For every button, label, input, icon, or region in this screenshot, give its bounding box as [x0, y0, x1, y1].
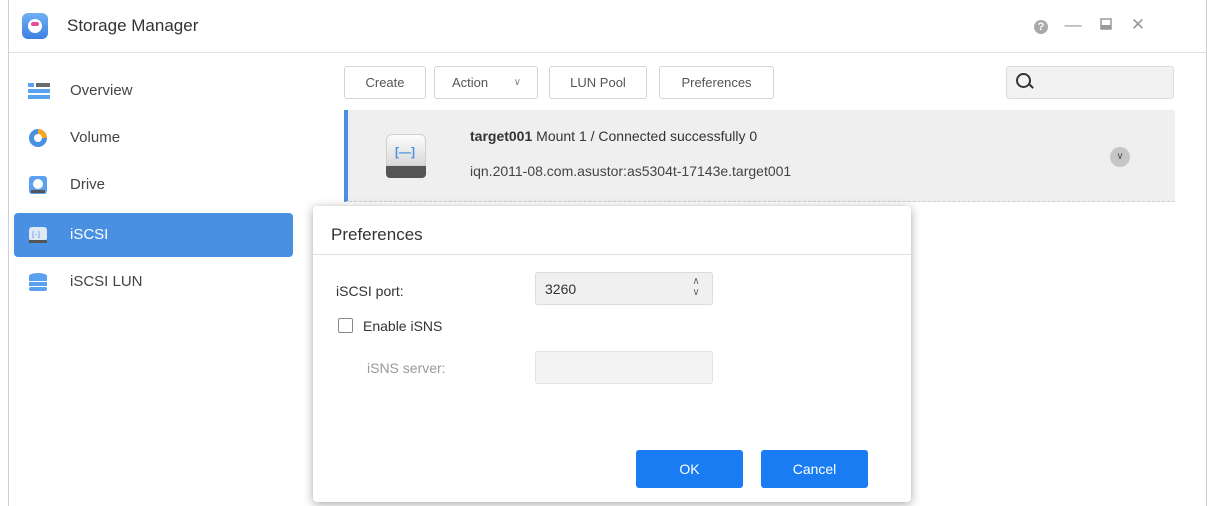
- iscsi-icon: [-]: [28, 225, 48, 245]
- title-bar: Storage Manager ? — ✕: [9, 0, 1206, 53]
- chevron-down-icon[interactable]: ∨: [1110, 147, 1130, 167]
- sidebar: Overview Volume Drive [-] iSCSI iSCSI LU…: [9, 53, 309, 506]
- svg-text:[-]: [-]: [32, 231, 40, 239]
- isns-server-input[interactable]: [535, 351, 713, 384]
- volume-icon: [28, 128, 48, 148]
- maximize-icon[interactable]: [1095, 14, 1117, 36]
- stepper-arrows-icon[interactable]: ∧ ∨: [690, 276, 702, 298]
- app-title: Storage Manager: [67, 16, 199, 35]
- sidebar-item-overview[interactable]: Overview: [14, 69, 293, 113]
- enable-isns-label[interactable]: Enable iSNS: [363, 318, 442, 334]
- cancel-button[interactable]: Cancel: [761, 450, 868, 488]
- iscsi-target-icon: [—]: [386, 134, 426, 178]
- drive-icon: [28, 175, 48, 195]
- isns-server-label: iSNS server:: [367, 360, 446, 376]
- target-title: target001 Mount 1 / Connected successful…: [470, 128, 757, 144]
- ok-button[interactable]: OK: [636, 450, 743, 488]
- enable-isns-checkbox[interactable]: [338, 318, 353, 333]
- search-box[interactable]: [1006, 66, 1174, 99]
- target-status: Mount 1 / Connected successfully 0: [536, 128, 758, 144]
- sidebar-item-iscsi-lun[interactable]: iSCSI LUN: [14, 260, 293, 304]
- sidebar-item-drive[interactable]: Drive: [14, 163, 293, 207]
- preferences-button[interactable]: Preferences: [659, 66, 774, 99]
- sidebar-item-volume[interactable]: Volume: [14, 116, 293, 160]
- iscsi-port-stepper[interactable]: 3260 ∧ ∨: [535, 272, 713, 305]
- target-name: target001: [470, 128, 533, 144]
- action-button-label: Action: [452, 75, 489, 90]
- dialog-title: Preferences: [331, 225, 423, 244]
- target-iqn: iqn.2011-08.com.asustor:as5304t-17143e.t…: [470, 163, 792, 179]
- chevron-down-icon: ∨: [513, 77, 521, 88]
- create-button[interactable]: Create: [344, 66, 426, 99]
- iscsi-port-value: 3260: [545, 281, 577, 297]
- sidebar-item-label: Overview: [70, 82, 133, 99]
- lun-pool-button[interactable]: LUN Pool: [549, 66, 647, 99]
- divider: [313, 254, 911, 255]
- sidebar-item-label: iSCSI: [70, 226, 109, 243]
- action-button[interactable]: Action ∨: [434, 66, 538, 99]
- help-icon[interactable]: ?: [1030, 14, 1052, 36]
- sidebar-item-label: Volume: [70, 129, 121, 146]
- sidebar-item-label: Drive: [70, 176, 106, 193]
- sidebar-item-label: iSCSI LUN: [70, 273, 143, 290]
- iscsi-lun-icon: [28, 272, 48, 292]
- minimize-icon[interactable]: —: [1062, 14, 1084, 36]
- storage-manager-app-icon: [22, 13, 48, 39]
- close-icon[interactable]: ✕: [1127, 14, 1149, 36]
- search-input[interactable]: [1037, 71, 1171, 95]
- search-icon: [1016, 73, 1031, 88]
- preferences-dialog: Preferences iSCSI port: 3260 ∧ ∨ Enable i…: [313, 206, 911, 502]
- target-list-item[interactable]: [—] target001 Mount 1 / Connected succes…: [344, 110, 1175, 202]
- sidebar-item-iscsi[interactable]: [-] iSCSI: [14, 213, 293, 257]
- iscsi-port-label: iSCSI port:: [336, 283, 404, 299]
- overview-icon: [28, 81, 50, 101]
